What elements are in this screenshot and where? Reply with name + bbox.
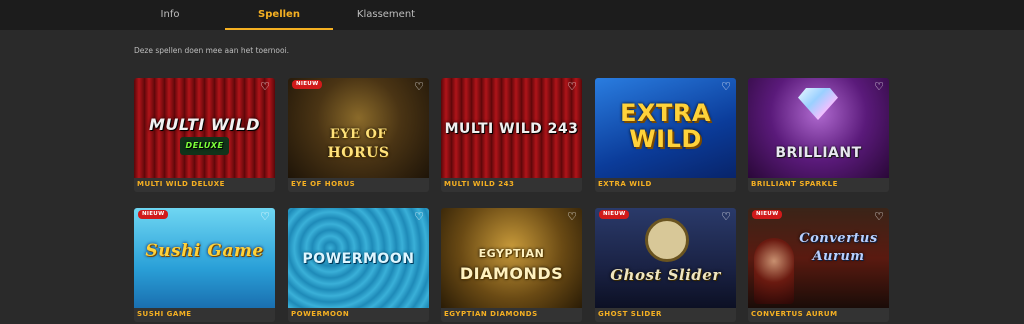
game-title: EXTRA WILD: [598, 180, 652, 188]
tab-label: Spellen: [258, 9, 300, 20]
game-logo: EGYPTIAN DIAMONDS: [459, 247, 564, 283]
game-thumbnail: EXTRA WILD: [595, 78, 736, 178]
game-thumbnail: EGYPTIAN DIAMONDS: [441, 208, 582, 308]
tab-klassement[interactable]: Klassement: [340, 0, 432, 30]
game-title: CONVERTUS AURUM: [751, 310, 838, 318]
game-title: MULTI WILD DELUXE: [137, 180, 225, 188]
new-badge: NIEUW: [292, 80, 323, 89]
game-card-powermoon[interactable]: POWERMOON ♡ POWERMOON: [288, 208, 429, 322]
game-title: EYE OF HORUS: [291, 180, 356, 188]
heart-outline-icon[interactable]: ♡: [720, 81, 732, 93]
game-card-egyptian-diamonds[interactable]: EGYPTIAN DIAMONDS ♡ EGYPTIAN DIAMONDS: [441, 208, 582, 322]
game-card-brilliant-sparkle[interactable]: BRILLIANT ♡ BRILLIANT SPARKLE: [748, 78, 889, 192]
new-badge: NIEUW: [138, 210, 169, 219]
game-card-sushi-game[interactable]: Sushi Game NIEUW ♡ SUSHI GAME: [134, 208, 275, 322]
game-card-eye-of-horus[interactable]: EYE OF HORUS NIEUW ♡ EYE OF HORUS: [288, 78, 429, 192]
game-card-multi-wild-243[interactable]: MULTI WILD 243 ♡ MULTI WILD 243: [441, 78, 582, 192]
heart-outline-icon[interactable]: ♡: [873, 211, 885, 223]
game-thumbnail: Sushi Game: [134, 208, 275, 308]
game-title: GHOST SLIDER: [598, 310, 662, 318]
game-title: POWERMOON: [291, 310, 350, 318]
game-thumbnail: Ghost Slider: [595, 208, 736, 308]
tab-bar: Info Spellen Klassement: [0, 0, 1024, 30]
tab-label: Info: [160, 9, 180, 20]
heart-outline-icon[interactable]: ♡: [259, 81, 271, 93]
heart-outline-icon[interactable]: ♡: [413, 211, 425, 223]
game-title: MULTI WILD 243: [444, 180, 515, 188]
heart-outline-icon[interactable]: ♡: [873, 81, 885, 93]
game-logo: BRILLIANT: [775, 145, 862, 161]
game-logo: EXTRA WILD: [620, 99, 711, 153]
tab-spellen[interactable]: Spellen: [225, 0, 333, 30]
game-logo: EYE OF HORUS: [327, 127, 390, 161]
clock-graphic: [645, 218, 689, 262]
game-thumbnail: Convertus Aurum: [748, 208, 889, 308]
game-logo: Ghost Slider: [610, 266, 721, 284]
game-title: BRILLIANT SPARKLE: [751, 180, 838, 188]
game-thumbnail: POWERMOON: [288, 208, 429, 308]
game-card-extra-wild[interactable]: EXTRA WILD ♡ EXTRA WILD: [595, 78, 736, 192]
heart-outline-icon[interactable]: ♡: [566, 81, 578, 93]
game-card-multi-wild-deluxe[interactable]: MULTI WILD DELUXE ♡ MULTI WILD DELUXE: [134, 78, 275, 192]
intro-text: Deze spellen doen mee aan het toernooi.: [134, 46, 290, 55]
game-logo: POWERMOON: [302, 251, 415, 267]
game-card-ghost-slider[interactable]: Ghost Slider NIEUW ♡ GHOST SLIDER: [595, 208, 736, 322]
heart-outline-icon[interactable]: ♡: [566, 211, 578, 223]
game-card-convertus-aurum[interactable]: Convertus Aurum NIEUW ♡ CONVERTUS AURUM: [748, 208, 889, 322]
game-thumbnail: BRILLIANT: [748, 78, 889, 178]
game-logo: Convertus Aurum: [799, 231, 878, 264]
game-logo: Sushi Game: [145, 241, 264, 261]
diamond-graphic: [798, 88, 838, 120]
heart-outline-icon[interactable]: ♡: [413, 81, 425, 93]
game-thumbnail: MULTI WILD DELUXE: [134, 78, 275, 178]
tab-info[interactable]: Info: [130, 0, 210, 30]
new-badge: NIEUW: [599, 210, 630, 219]
game-logo: MULTI WILD DELUXE: [134, 116, 275, 155]
tab-label: Klassement: [356, 9, 416, 20]
game-thumbnail: MULTI WILD 243: [441, 78, 582, 178]
game-logo: MULTI WILD 243: [444, 121, 579, 137]
game-thumbnail: EYE OF HORUS: [288, 78, 429, 178]
heart-outline-icon[interactable]: ♡: [720, 211, 732, 223]
game-title: EGYPTIAN DIAMONDS: [444, 310, 538, 318]
active-tab-indicator: [225, 28, 333, 30]
game-title: SUSHI GAME: [137, 310, 192, 318]
heart-outline-icon[interactable]: ♡: [259, 211, 271, 223]
new-badge: NIEUW: [752, 210, 783, 219]
